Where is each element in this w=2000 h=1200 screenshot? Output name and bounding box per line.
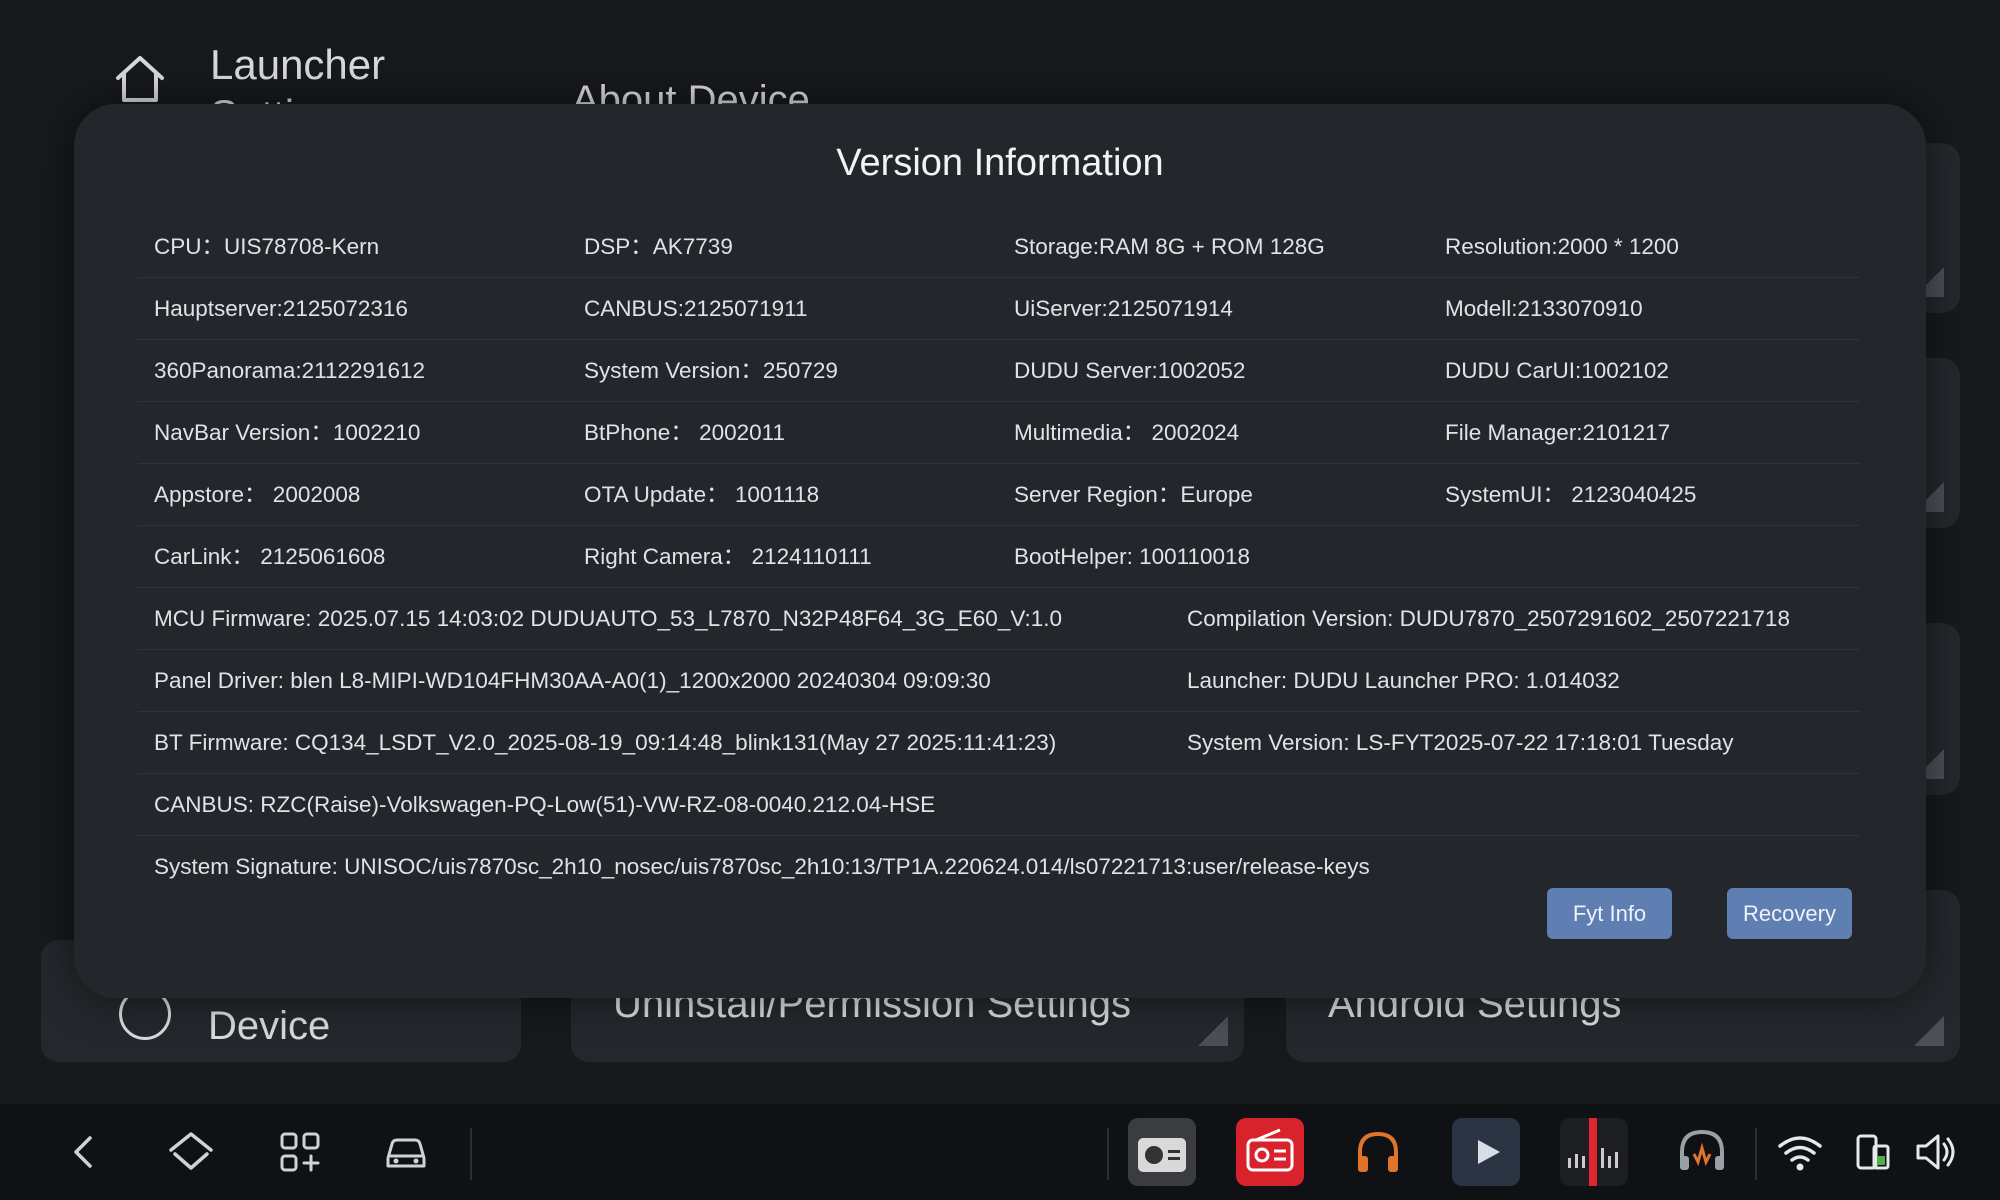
- divider: [1755, 1128, 1757, 1180]
- wifi-icon[interactable]: [1774, 1126, 1826, 1178]
- corner-marker: [1914, 1016, 1944, 1046]
- dudu-server-value: DUDU Server:1002052: [1014, 358, 1246, 383]
- equalizer-icon[interactable]: [1560, 1118, 1628, 1186]
- server-region-value: Server Region：Europe: [1014, 482, 1253, 507]
- audio-icon[interactable]: [1668, 1118, 1736, 1186]
- uiserver-value: UiServer:2125071914: [1014, 296, 1233, 321]
- table-row: Panel Driver: blen L8-MIPI-WD104FHM30AA-…: [138, 650, 1860, 712]
- volume-icon[interactable]: [1910, 1126, 1962, 1178]
- table-row: Appstore： 2002008 OTA Update： 1001118 Se…: [138, 464, 1860, 526]
- system-signature-value: System Signature: UNISOC/uis7870sc_2h10_…: [154, 854, 1370, 879]
- storage-value: Storage:RAM 8G + ROM 128G: [1014, 234, 1325, 259]
- divider: [1107, 1128, 1109, 1180]
- btphone-value: BtPhone： 2002011: [584, 420, 785, 445]
- right-camera-value: Right Camera： 2124110111: [584, 544, 872, 569]
- mcu-firmware-value: MCU Firmware: 2025.07.15 14:03:02 DUDUAU…: [154, 606, 1063, 631]
- back-icon[interactable]: [58, 1126, 110, 1178]
- home-icon[interactable]: [165, 1126, 217, 1178]
- appstore-value: Appstore： 2002008: [154, 482, 361, 507]
- boothelper-value: BootHelper: 100110018: [1014, 544, 1251, 569]
- system-version-value: System Version：250729: [584, 358, 838, 383]
- video-player-icon[interactable]: [1452, 1118, 1520, 1186]
- table-row: CPU：UIS78708-Kern DSP：AK7739 Storage:RAM…: [138, 216, 1860, 278]
- dudu-carui-value: DUDU CarUI:1002102: [1445, 358, 1669, 383]
- headphones-icon[interactable]: [1344, 1118, 1412, 1186]
- panel-driver-value: Panel Driver: blen L8-MIPI-WD104FHM30AA-…: [154, 668, 991, 693]
- compilation-version-value: Compilation Version: DUDU7870_2507291602…: [1187, 606, 1790, 631]
- table-row: CANBUS: RZC(Raise)-Volkswagen-PQ-Low(51)…: [138, 774, 1860, 836]
- dsp-value: DSP：AK7739: [584, 234, 733, 259]
- radio-icon[interactable]: [1128, 1118, 1196, 1186]
- navbar-version-value: NavBar Version：1002210: [154, 420, 421, 445]
- corner-marker: [1198, 1016, 1228, 1046]
- table-row: MCU Firmware: 2025.07.15 14:03:02 DUDUAU…: [138, 588, 1860, 650]
- version-table: CPU：UIS78708-Kern DSP：AK7739 Storage:RAM…: [138, 216, 1860, 897]
- system-version-full-value: System Version: LS-FYT2025-07-22 17:18:0…: [1187, 730, 1734, 755]
- phone-battery-icon[interactable]: [1846, 1126, 1898, 1178]
- carlink-value: CarLink： 2125061608: [154, 544, 386, 569]
- fyt-info-button[interactable]: Fyt Info: [1547, 888, 1672, 939]
- file-manager-value: File Manager:2101217: [1445, 420, 1671, 445]
- panorama-value: 360Panorama:2112291612: [154, 358, 426, 383]
- table-row: Hauptserver:2125072316 CANBUS:2125071911…: [138, 278, 1860, 340]
- table-row: 360Panorama:2112291612 System Version：25…: [138, 340, 1860, 402]
- multimedia-value: Multimedia： 2002024: [1014, 420, 1240, 445]
- divider: [470, 1128, 472, 1180]
- table-row: CarLink： 2125061608 Right Camera： 212411…: [138, 526, 1860, 588]
- car-icon[interactable]: [380, 1126, 432, 1178]
- app-grid-icon[interactable]: [274, 1126, 326, 1178]
- hauptserver-value: Hauptserver:2125072316: [154, 296, 408, 321]
- dialog-title: Version Information: [836, 142, 1164, 184]
- resolution-value: Resolution:2000 * 1200: [1445, 234, 1679, 259]
- bottom-navbar: [0, 1104, 2000, 1200]
- systemui-value: SystemUI： 2123040425: [1445, 482, 1697, 507]
- device-card-label: Device: [208, 1004, 331, 1048]
- cpu-value: CPU：UIS78708-Kern: [154, 234, 380, 259]
- home-icon[interactable]: [110, 48, 170, 108]
- modell-value: Modell:2133070910: [1445, 296, 1643, 321]
- page-title-line1: Launcher: [210, 41, 386, 88]
- bt-firmware-value: BT Firmware: CQ134_LSDT_V2.0_2025-08-19_…: [154, 730, 1057, 755]
- version-info-dialog: Version Information CPU：UIS78708-Kern DS…: [74, 104, 1926, 998]
- recovery-button[interactable]: Recovery: [1727, 888, 1852, 939]
- fm-radio-icon[interactable]: [1236, 1118, 1304, 1186]
- launcher-version-value: Launcher: DUDU Launcher PRO: 1.014032: [1187, 668, 1620, 693]
- table-row: BT Firmware: CQ134_LSDT_V2.0_2025-08-19_…: [138, 712, 1860, 774]
- ota-update-value: OTA Update： 1001118: [584, 482, 820, 507]
- canbus-full-value: CANBUS: RZC(Raise)-Volkswagen-PQ-Low(51)…: [154, 792, 936, 817]
- table-row: NavBar Version：1002210 BtPhone： 2002011 …: [138, 402, 1860, 464]
- canbus-version-value: CANBUS:2125071911: [584, 296, 808, 321]
